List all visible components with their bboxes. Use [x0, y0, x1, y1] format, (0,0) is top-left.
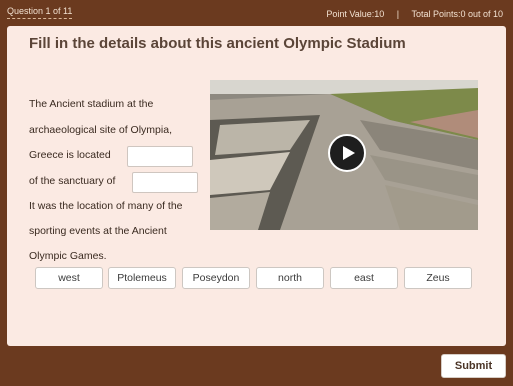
answer-blank-1[interactable] [127, 146, 193, 167]
stadium-video[interactable] [210, 80, 478, 230]
choice-north[interactable]: north [256, 267, 324, 289]
choice-zeus[interactable]: Zeus [404, 267, 472, 289]
choice-poseydon[interactable]: Poseydon [182, 267, 250, 289]
play-button[interactable] [328, 134, 366, 172]
top-bar: Question 1 of 11 Point Value:10 | Total … [0, 0, 513, 26]
score-info: Point Value:10 | Total Points:0 out of 1… [326, 9, 503, 19]
play-icon [343, 146, 355, 160]
body-line-2: archaeological site of Olympia, [29, 124, 172, 136]
choice-east[interactable]: east [330, 267, 398, 289]
total-points: Total Points:0 out of 10 [411, 9, 503, 19]
submit-button[interactable]: Submit [441, 354, 506, 378]
answer-blank-2[interactable] [132, 172, 198, 193]
body-line-6: sporting events at the Ancient [29, 225, 167, 237]
separator: | [396, 9, 400, 19]
choice-ptolemeus[interactable]: Ptolemeus [108, 267, 176, 289]
body-line-1: The Ancient stadium at the [29, 98, 154, 110]
body-line-5: It was the location of many of the [29, 200, 183, 212]
body-line-7: Olympic Games. [29, 250, 107, 262]
point-value: Point Value:10 [326, 9, 385, 19]
question-counter[interactable]: Question 1 of 11 [7, 6, 73, 19]
choice-west[interactable]: west [35, 267, 103, 289]
question-title: Fill in the details about this ancient O… [29, 35, 406, 52]
